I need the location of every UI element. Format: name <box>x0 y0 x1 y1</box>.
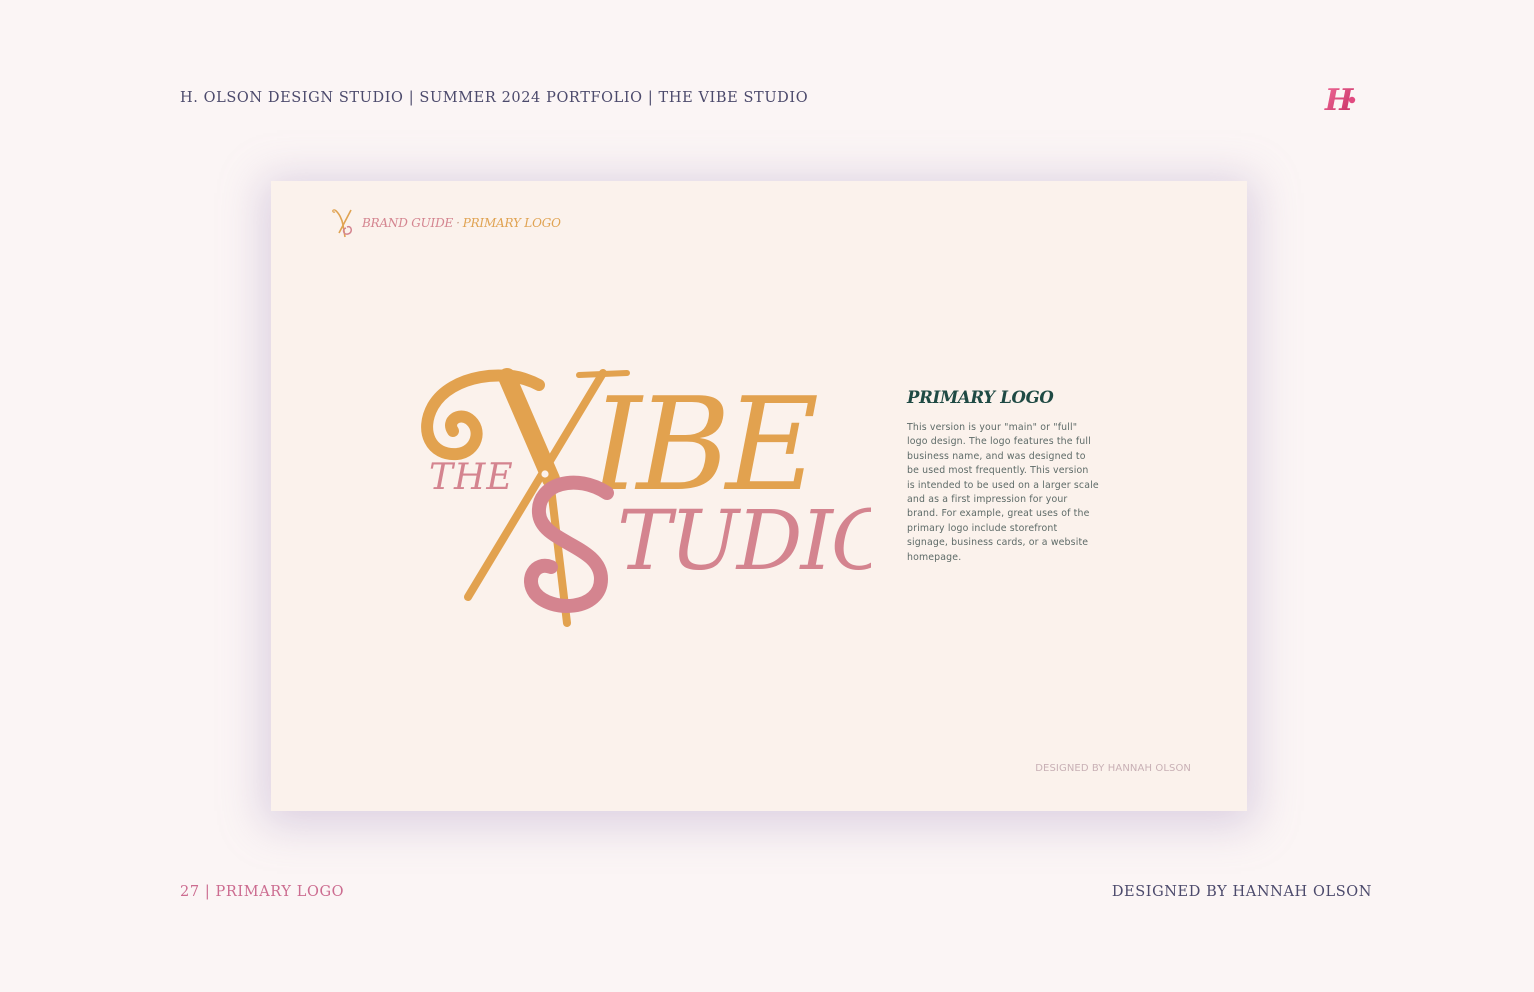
scissors-pivot <box>541 470 549 478</box>
logo-word-studio: TUDIO <box>617 494 871 589</box>
logo-word-the: THE <box>429 457 514 498</box>
breadcrumb-separator: · <box>456 216 460 230</box>
breadcrumb-brand-guide: BRAND GUIDE <box>362 216 454 230</box>
page-number-section: 27 | PRIMARY LOGO <box>180 884 345 900</box>
info-description: This version is your "main" or "full" lo… <box>907 422 1099 563</box>
designer-credit: DESIGNED BY HANNAH OLSON <box>1111 884 1372 900</box>
info-title: PRIMARY LOGO <box>907 388 1054 407</box>
card-designer-credit: DESIGNED BY HANNAH OLSON <box>1035 763 1191 774</box>
vibe-studio-logo: THE IBE TUDIO <box>421 368 871 627</box>
breadcrumb-primary-logo: PRIMARY LOGO <box>462 216 561 230</box>
scissors-monogram-icon <box>332 209 352 238</box>
h-monogram-icon: H <box>1324 83 1356 118</box>
page-header-title: H. OLSON DESIGN STUDIO | SUMMER 2024 POR… <box>180 90 809 106</box>
primary-logo-info: PRIMARY LOGO This version is your "main"… <box>907 388 1099 565</box>
brand-guide-card: BRAND GUIDE · PRIMARY LOGO THE IBE TUDIO… <box>271 181 1247 811</box>
card-breadcrumb: BRAND GUIDE · PRIMARY LOGO <box>331 207 561 239</box>
